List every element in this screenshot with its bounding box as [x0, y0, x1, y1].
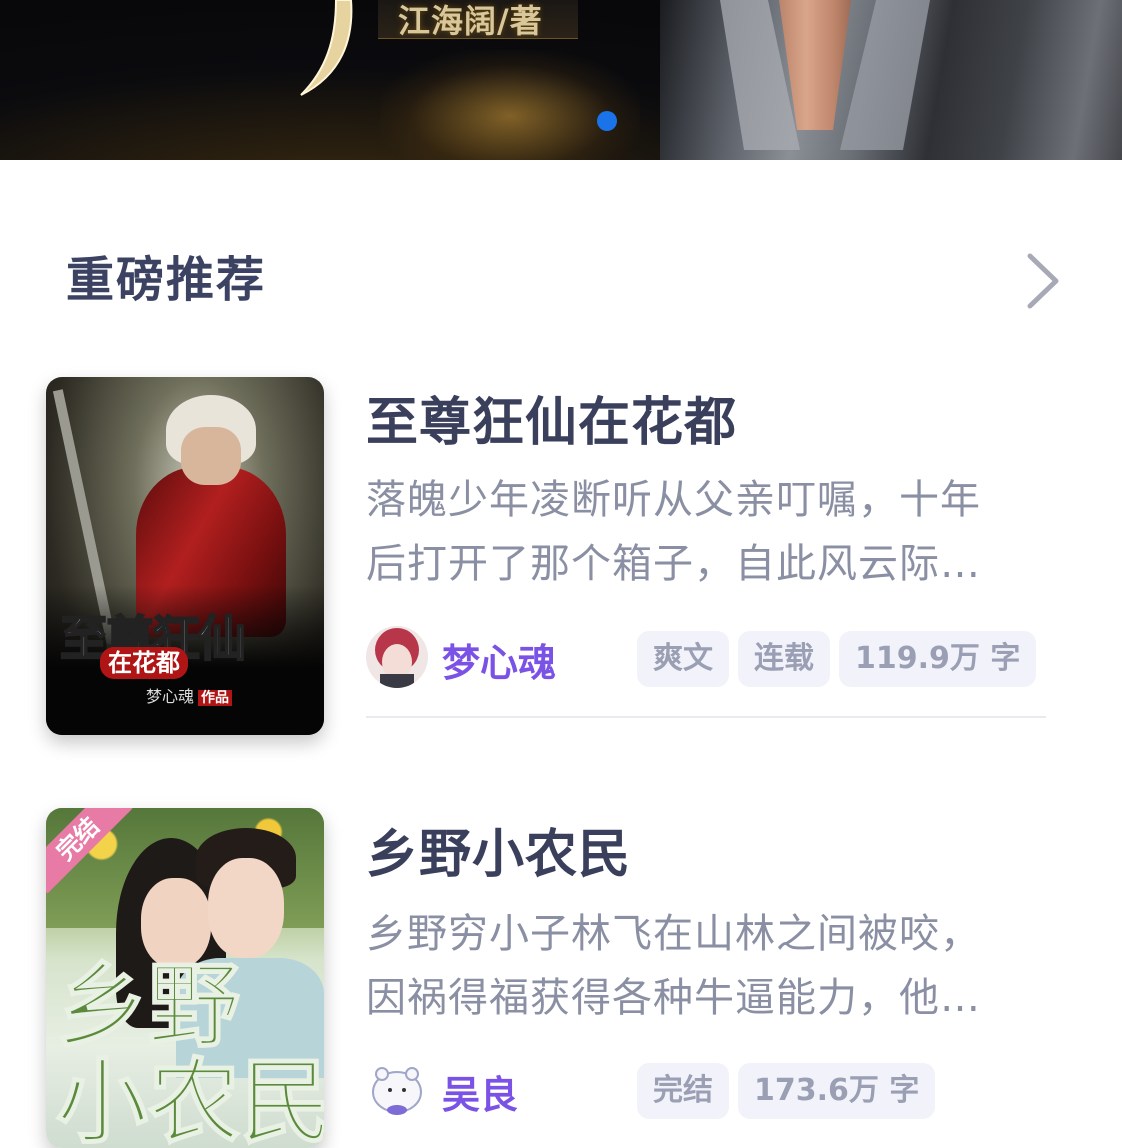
book-description-line: 因祸得福获得各种牛逼能力，他… — [366, 975, 981, 1021]
author-avatar — [366, 626, 428, 688]
cover-author-suffix: 作品 — [198, 690, 233, 706]
cover-character-face — [181, 427, 241, 485]
book-cover[interactable]: 至尊狂仙 在花都 梦心魂 作品 — [46, 377, 324, 735]
word-count-tag: 119.9万 字 — [839, 631, 1037, 687]
book-description-line: 落魄少年凌断听从父亲叮嘱，十年 — [366, 477, 981, 523]
book-title[interactable]: 至尊狂仙在花都 — [366, 380, 737, 455]
banner-carousel[interactable]: 江海阔/著 — [0, 0, 1122, 160]
book-cover[interactable]: 完结 乡野 小农民 — [46, 808, 324, 1148]
banner-blade-graphic — [300, 0, 353, 96]
author-name[interactable]: 吴良 — [442, 1064, 518, 1119]
cover-title-sub: 在花都 — [100, 647, 188, 679]
book-description-line: 后打开了那个箱子，自此风云际… — [366, 541, 981, 587]
book-description-line: 乡野穷小子林飞在山林之间被咬， — [366, 911, 981, 957]
card-divider — [366, 716, 1046, 718]
cover-title-art: 乡野 小农民 — [55, 952, 324, 1148]
author-name[interactable]: 梦心魂 — [442, 632, 556, 687]
author-avatar — [366, 1058, 428, 1120]
carousel-indicator-dot[interactable] — [597, 111, 617, 131]
section-title: 重磅推荐 — [66, 252, 267, 308]
cover-author-line: 梦心魂 作品 — [146, 683, 233, 707]
status-tag: 完结 — [637, 1063, 729, 1119]
banner-glow — [380, 50, 640, 160]
word-count-tag: 173.6万 字 — [738, 1063, 936, 1119]
status-tag: 连载 — [738, 631, 830, 687]
cover-boy-face — [208, 858, 284, 958]
book-title[interactable]: 乡野小农民 — [366, 812, 631, 887]
book-description: 乡野穷小子林飞在山林之间被咬， 因祸得福获得各种牛逼能力，他… — [366, 902, 1006, 1030]
cover-author: 梦心魂 — [146, 687, 195, 706]
banner-author-credit: 江海阔/著 — [398, 2, 543, 40]
chevron-right-icon[interactable] — [1022, 250, 1066, 312]
genre-tag: 爽文 — [637, 631, 729, 687]
book-description: 落魄少年凌断听从父亲叮嘱，十年 后打开了那个箱子，自此风云际… — [366, 468, 1006, 596]
